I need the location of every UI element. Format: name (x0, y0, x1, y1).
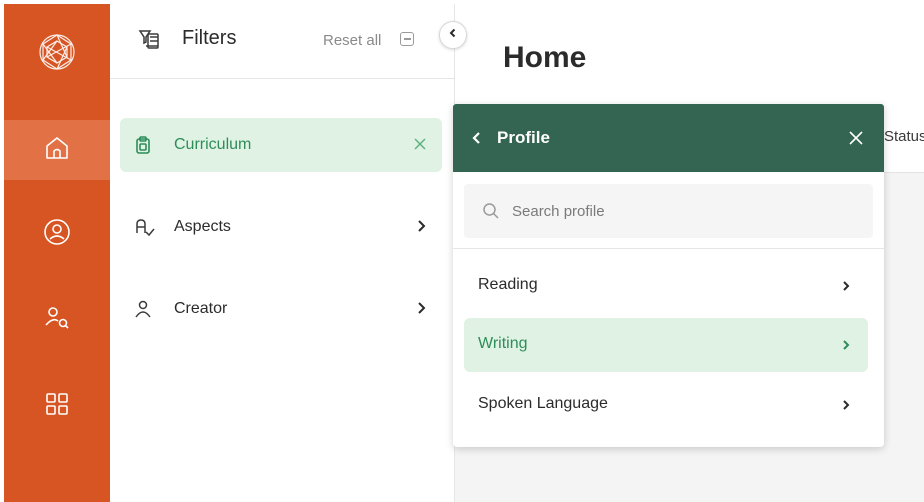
grid-icon (44, 391, 70, 422)
divider (453, 248, 884, 249)
close-icon[interactable] (412, 136, 428, 157)
collapse-all-icon[interactable] (400, 32, 414, 46)
status-filter-label[interactable]: Status (884, 128, 924, 145)
search-icon (482, 202, 500, 225)
logo[interactable] (4, 24, 110, 84)
filter-item-creator[interactable]: Creator (120, 282, 442, 336)
nav-profile-button[interactable] (4, 204, 110, 264)
filter-item-label: Curriculum (174, 136, 252, 153)
search-container (464, 184, 873, 238)
profile-title: Profile (497, 128, 550, 147)
filters-panel: Filters Reset all Curriculum Aspects Cre… (110, 4, 455, 502)
filters-title: Filters (182, 27, 237, 49)
person-icon (134, 300, 152, 323)
chevron-right-icon (414, 218, 428, 239)
user-search-icon (43, 304, 71, 337)
profile-item-writing[interactable]: Writing (464, 318, 868, 372)
back-chevron-icon[interactable] (471, 130, 483, 151)
filter-item-label: Aspects (174, 218, 231, 235)
collapse-panel-button[interactable] (439, 21, 467, 49)
profile-item-spoken-language[interactable]: Spoken Language (464, 378, 868, 432)
chevron-right-icon (840, 279, 852, 298)
aspects-icon (134, 218, 156, 243)
clipboard-icon (134, 136, 152, 159)
reset-all-link[interactable]: Reset all (323, 32, 381, 49)
page-title: Home (503, 41, 587, 74)
logo-icon (38, 33, 76, 76)
profile-item-label: Writing (478, 335, 528, 352)
nav-user-search-button[interactable] (4, 290, 110, 350)
chevron-right-icon (840, 338, 852, 357)
filter-item-aspects[interactable]: Aspects (120, 200, 442, 254)
chevron-right-icon (414, 300, 428, 321)
filter-item-label: Creator (174, 300, 228, 317)
chevron-left-icon (448, 26, 458, 44)
close-icon[interactable] (848, 130, 864, 151)
side-nav (4, 4, 110, 502)
user-circle-icon (43, 218, 71, 251)
profile-dropdown: Profile Reading Writing Spoken Language (453, 104, 884, 447)
filters-header: Filters Reset all (110, 4, 454, 79)
nav-apps-button[interactable] (4, 376, 110, 436)
nav-home-button[interactable] (4, 120, 110, 180)
filter-item-curriculum[interactable]: Curriculum (120, 118, 442, 172)
profile-item-label: Spoken Language (478, 395, 608, 412)
chevron-right-icon (840, 398, 852, 417)
filter-list-icon (138, 28, 160, 55)
profile-item-reading[interactable]: Reading (464, 259, 868, 313)
home-icon (44, 135, 70, 166)
search-input[interactable] (512, 184, 862, 238)
profile-header: Profile (453, 104, 884, 172)
profile-item-label: Reading (478, 276, 538, 293)
